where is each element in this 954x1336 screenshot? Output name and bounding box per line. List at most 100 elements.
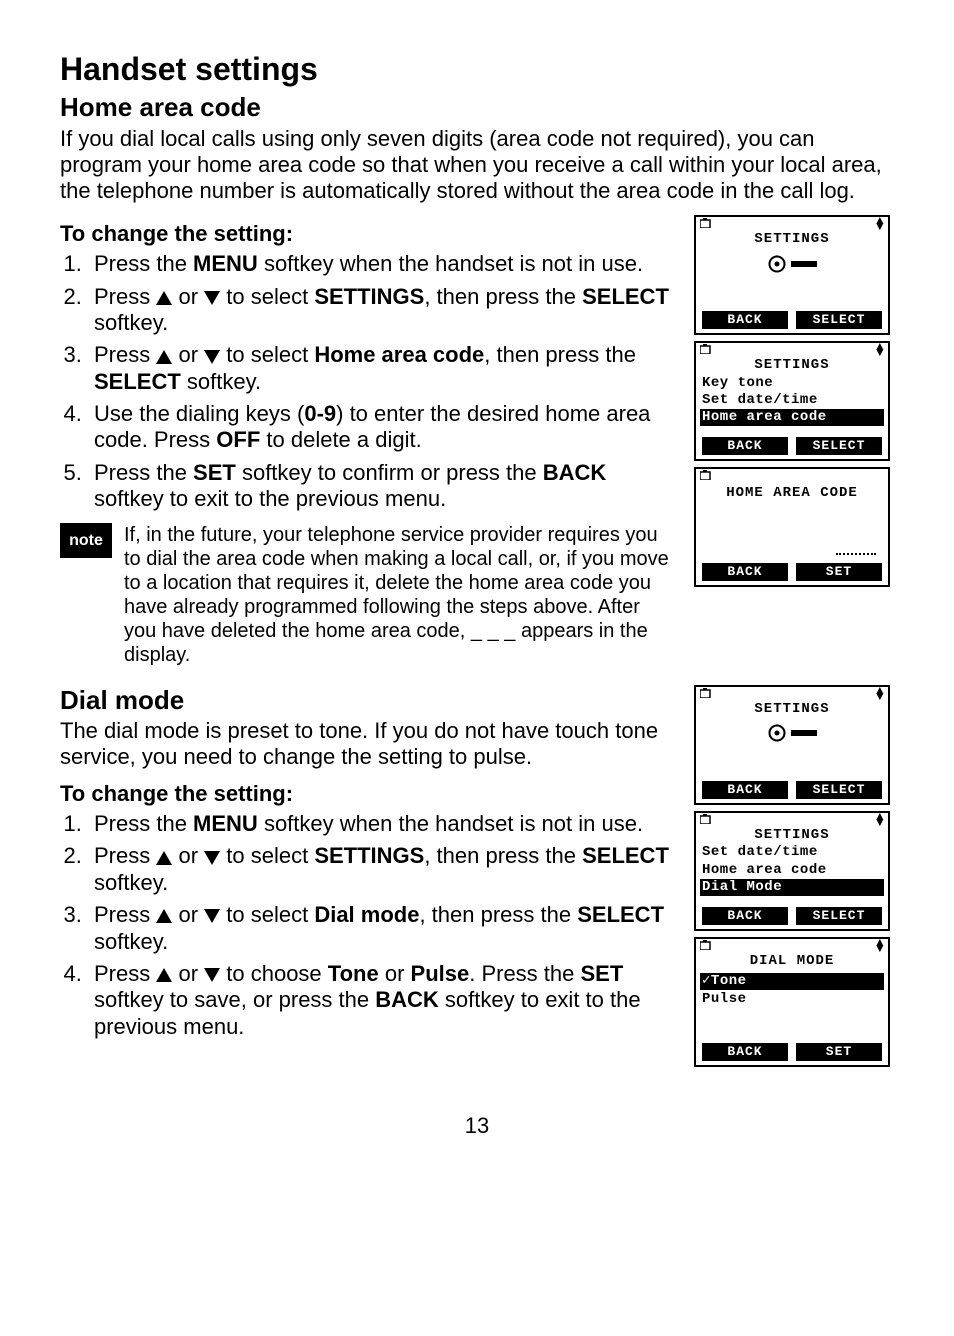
up-arrow-icon [156, 909, 172, 923]
list-item: Press the MENU softkey when the handset … [88, 811, 676, 837]
lcd-title: SETTINGS [696, 701, 888, 718]
down-arrow-icon [204, 291, 220, 305]
text: Press the [94, 460, 193, 485]
text: to choose [220, 961, 328, 986]
gear-icon [767, 723, 787, 743]
section2-intro: The dial mode is preset to tone. If you … [60, 718, 676, 771]
lcd-screen-dial-mode: ▲▼ DIAL MODE ✓Tone Pulse BACK SET [694, 937, 890, 1067]
lcd-line: Set date/time [696, 844, 888, 861]
softkey-set: SET [796, 563, 882, 581]
text: to delete a digit. [260, 427, 421, 452]
keyword: SET [193, 460, 236, 485]
softkey-back: BACK [702, 1043, 788, 1061]
section1-sub: To change the setting: [60, 221, 676, 247]
keyword: 0-9 [304, 401, 336, 426]
updown-icon: ▲▼ [876, 940, 884, 953]
keyword: SETTINGS [314, 843, 424, 868]
list-item: Press or to select Dial mode, then press… [88, 902, 676, 955]
softkey-back: BACK [702, 563, 788, 581]
softkey-select: SELECT [796, 311, 882, 329]
keyword: SET [581, 961, 624, 986]
keyword: Dial mode [314, 902, 419, 927]
text: softkey. [94, 870, 168, 895]
softkey-back: BACK [702, 437, 788, 455]
text: to select [220, 843, 314, 868]
text: or [172, 902, 204, 927]
list-item: Press or to select SETTINGS, then press … [88, 843, 676, 896]
keyword: SELECT [582, 843, 669, 868]
text: softkey. [94, 929, 168, 954]
list-item: Press or to choose Tone or Pulse. Press … [88, 961, 676, 1040]
text: Press [94, 342, 156, 367]
battery-icon [700, 218, 712, 231]
list-item: Press the SET softkey to confirm or pres… [88, 460, 676, 513]
keyword: OFF [216, 427, 260, 452]
lcd-screen-settings-icon-2: ▲▼ SETTINGS BACK SELECT [694, 685, 890, 805]
down-arrow-icon [204, 851, 220, 865]
keyword: SETTINGS [314, 284, 424, 309]
updown-icon: ▲▼ [876, 344, 884, 357]
lcd-title: SETTINGS [696, 827, 888, 844]
text: softkey to save, or press the [94, 987, 375, 1012]
battery-icon [700, 344, 712, 357]
battery-icon [700, 940, 712, 953]
text: Use the dialing keys ( [94, 401, 304, 426]
up-arrow-icon [156, 350, 172, 364]
page-title: Handset settings [60, 50, 894, 88]
lcd-title: SETTINGS [696, 231, 888, 248]
section2-steps: Press the MENU softkey when the handset … [60, 811, 676, 1040]
battery-icon [700, 470, 712, 483]
battery-icon [700, 688, 712, 701]
lcd-screen-settings-list: ▲▼ SETTINGS Key tone Set date/time Home … [694, 341, 890, 461]
section1-intro: If you dial local calls using only seven… [60, 126, 894, 205]
text: softkey when the handset is not in use. [258, 811, 643, 836]
up-arrow-icon [156, 968, 172, 982]
lcd-title: SETTINGS [696, 357, 888, 374]
lcd-title: DIAL MODE [696, 953, 888, 970]
down-arrow-icon [204, 350, 220, 364]
lcd-line: Key tone [696, 375, 888, 392]
keyword: Pulse [411, 961, 470, 986]
text: softkey to confirm or press the [236, 460, 543, 485]
text: or [379, 961, 411, 986]
list-item: Press or to select SETTINGS, then press … [88, 284, 676, 337]
text: Press [94, 284, 156, 309]
updown-icon: ▲▼ [876, 814, 884, 827]
text: , then press the [424, 284, 582, 309]
keyword: BACK [375, 987, 439, 1012]
softkey-select: SELECT [796, 437, 882, 455]
keyword: MENU [193, 251, 258, 276]
section2-sub: To change the setting: [60, 781, 676, 807]
note-badge: note [60, 523, 112, 558]
text: , then press the [419, 902, 577, 927]
updown-icon: ▲▼ [876, 218, 884, 231]
list-item: Use the dialing keys (0-9) to enter the … [88, 401, 676, 454]
page-number: 13 [60, 1113, 894, 1139]
text: or [172, 961, 204, 986]
lcd-screen-settings-icon: ▲▼ SETTINGS BACK SELECT [694, 215, 890, 335]
softkey-select: SELECT [796, 781, 882, 799]
keyword: Tone [328, 961, 379, 986]
updown-icon: ▲▼ [876, 688, 884, 701]
section2-heading: Dial mode [60, 685, 676, 716]
down-arrow-icon [204, 909, 220, 923]
keyword: SELECT [94, 369, 181, 394]
up-arrow-icon [156, 851, 172, 865]
keyword: BACK [543, 460, 607, 485]
battery-icon [700, 814, 712, 827]
lcd-screen-home-area-code: HOME AREA CODE BACK SET [694, 467, 890, 587]
text: or [172, 843, 204, 868]
lcd-title: HOME AREA CODE [696, 485, 888, 502]
lcd-screen-settings-list-2: ▲▼ SETTINGS Set date/time Home area code… [694, 811, 890, 931]
keyword: SELECT [577, 902, 664, 927]
lcd-line: Set date/time [696, 392, 888, 409]
gear-icon [767, 254, 787, 274]
lcd-line: Home area code [696, 862, 888, 879]
list-item: Press the MENU softkey when the handset … [88, 251, 676, 277]
text: to select [220, 902, 314, 927]
bar-icon [791, 261, 817, 267]
entry-underline [836, 551, 876, 555]
text: softkey when the handset is not in use. [258, 251, 643, 276]
down-arrow-icon [204, 968, 220, 982]
softkey-back: BACK [702, 781, 788, 799]
